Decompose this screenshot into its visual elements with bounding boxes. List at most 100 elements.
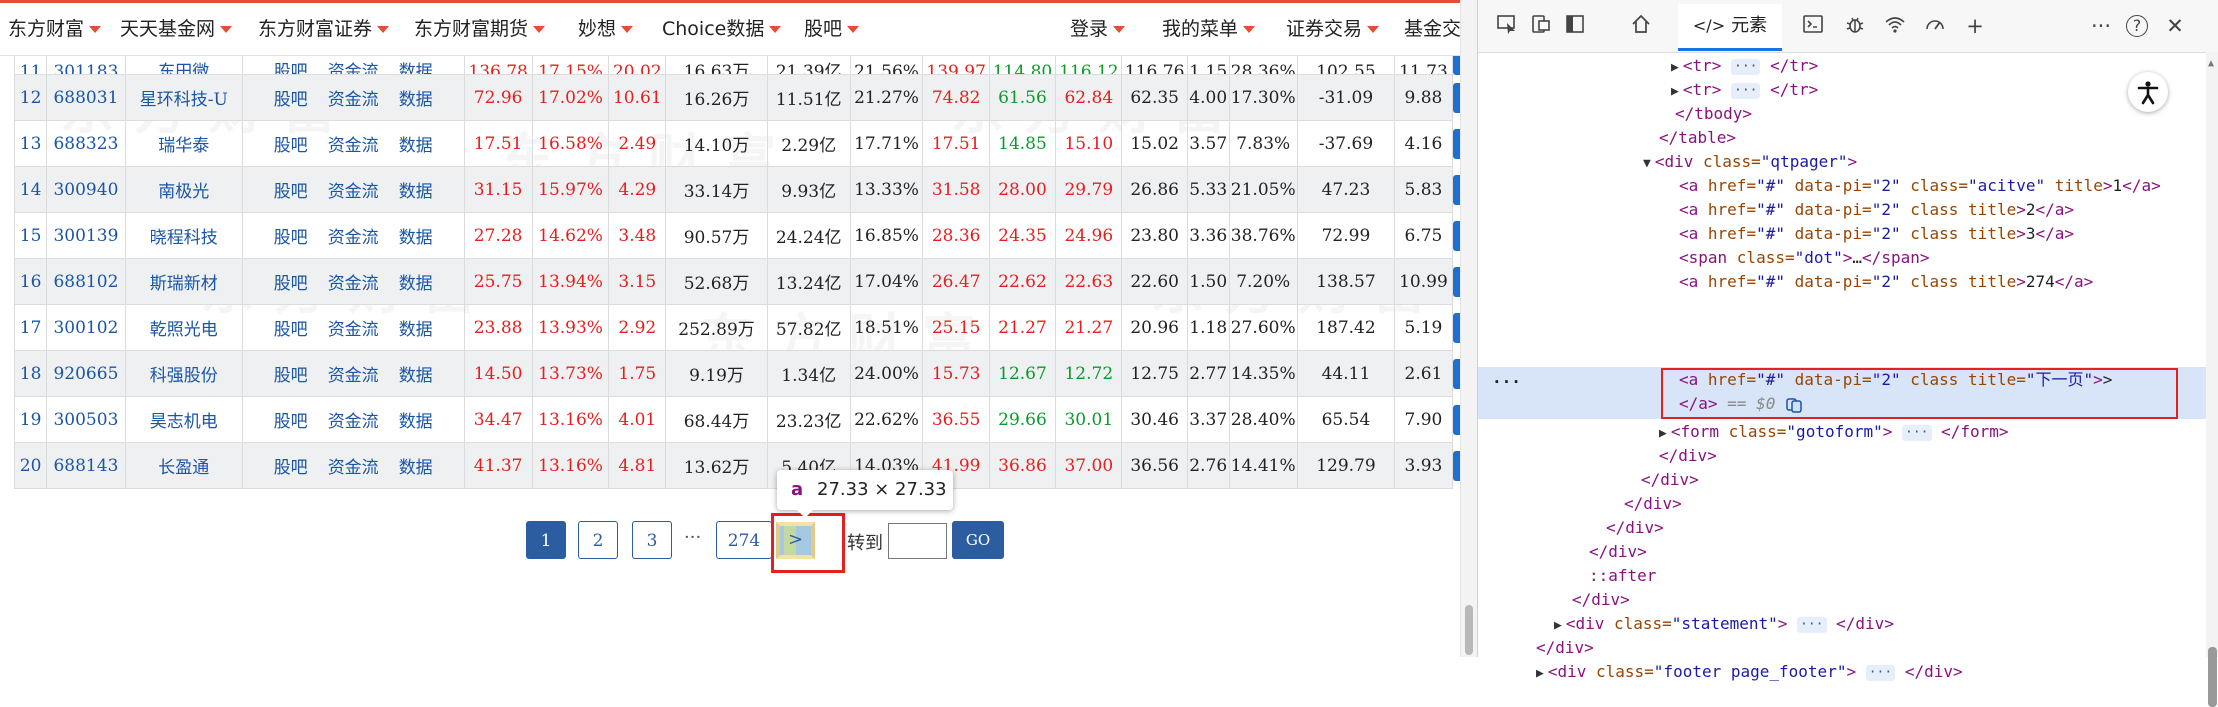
data-link[interactable]: 数据 [399, 366, 433, 386]
scrollbar-thumb[interactable] [1465, 605, 1473, 655]
close-icon[interactable]: ✕ [2162, 13, 2188, 39]
dom-node-after[interactable]: ::after [1589, 564, 1656, 588]
dom-node-div-close[interactable]: </div> [1624, 492, 1682, 516]
devtools-scrollbar[interactable]: ▲ [2206, 52, 2218, 707]
fund-flow-link[interactable]: 资金流 [328, 274, 379, 294]
dom-node-div-close[interactable]: </div> [1572, 588, 1630, 612]
collapsed-ellipsis[interactable]: ··· [1902, 424, 1932, 441]
cell-name[interactable]: 南极光 [124, 166, 243, 213]
cell-code[interactable]: 300503 [46, 396, 126, 443]
fund-flow-link[interactable]: 资金流 [328, 366, 379, 386]
page-scrollbar[interactable] [1460, 0, 1477, 657]
guba-link[interactable]: 股吧 [274, 182, 308, 202]
data-link[interactable]: 数据 [399, 136, 433, 156]
collapse-triangle-icon[interactable]: ▼ [1643, 156, 1651, 171]
guba-link[interactable]: 股吧 [274, 320, 308, 340]
dom-node-tr[interactable]: ▶ <tr> ··· </tr> [1671, 54, 1818, 78]
scrollbar-thumb[interactable] [2208, 647, 2217, 707]
data-link[interactable]: 数据 [399, 274, 433, 294]
fund-flow-link[interactable]: 资金流 [328, 458, 379, 478]
nav-item-futures[interactable]: 东方财富期货 [414, 15, 546, 43]
nav-item-login[interactable]: 登录 [1070, 15, 1126, 43]
guba-link[interactable]: 股吧 [274, 90, 308, 110]
cell-name[interactable]: 昊志机电 [124, 396, 243, 443]
nav-item-trading[interactable]: 证券交易 [1286, 15, 1380, 43]
wifi-icon[interactable] [1882, 13, 1908, 39]
row-action-button[interactable] [1452, 304, 1460, 351]
scroll-up-icon[interactable]: ▲ [2208, 58, 2214, 69]
cell-name[interactable]: 长盈通 [124, 442, 243, 489]
fund-flow-link[interactable]: 资金流 [328, 90, 379, 110]
cell-code[interactable]: 688323 [46, 120, 126, 167]
page-1-button[interactable]: 1 [526, 521, 566, 559]
row-action-button[interactable] [1452, 212, 1460, 259]
data-link[interactable]: 数据 [399, 412, 433, 432]
expand-triangle-icon[interactable]: ▶ [1671, 84, 1679, 99]
dom-node-div-close[interactable]: </div> [1641, 468, 1699, 492]
fund-flow-link[interactable]: 资金流 [328, 182, 379, 202]
cell-name[interactable]: 瑞华泰 [124, 120, 243, 167]
collapsed-ellipsis[interactable]: ··· [1865, 664, 1896, 681]
fund-flow-link[interactable]: 资金流 [328, 412, 379, 432]
dom-node-span-dot[interactable]: <span class="dot">…</span> [1679, 246, 1929, 270]
more-options-icon[interactable]: ··· [2088, 13, 2114, 39]
cell-code[interactable]: 300102 [46, 304, 126, 351]
cell-code[interactable]: 920665 [46, 350, 126, 397]
cell-name[interactable]: 星环科技-U [124, 74, 243, 121]
home-icon[interactable] [1628, 13, 1654, 39]
data-link[interactable]: 数据 [399, 458, 433, 478]
goto-page-input[interactable] [888, 523, 947, 559]
expand-triangle-icon[interactable]: ▶ [1671, 60, 1679, 75]
expand-triangle-icon[interactable]: ▶ [1536, 666, 1544, 681]
cell-code[interactable]: 300139 [46, 212, 126, 259]
guba-link[interactable]: 股吧 [274, 274, 308, 294]
nav-item-fund-trading[interactable]: 基金交 [1404, 15, 1460, 43]
dom-node-div-close[interactable]: </div> [1589, 540, 1647, 564]
row-action-button[interactable] [1452, 120, 1460, 167]
data-link[interactable]: 数据 [399, 62, 433, 74]
dom-node-div-close[interactable]: </div> [1536, 636, 1594, 660]
fund-flow-link[interactable]: 资金流 [328, 228, 379, 248]
row-action-button[interactable] [1452, 74, 1460, 121]
collapsed-ellipsis[interactable]: ··· [1731, 58, 1761, 75]
dom-node-table-close[interactable]: </table> [1659, 126, 1736, 150]
data-link[interactable]: 数据 [399, 320, 433, 340]
nav-item-guba[interactable]: 股吧 [804, 15, 860, 43]
cell-name[interactable]: 晓程科技 [124, 212, 243, 259]
page-274-button[interactable]: 274 [716, 521, 772, 559]
dom-node-a-page274[interactable]: <a href="#" data-pi="2" class title>274<… [1679, 270, 2093, 294]
dom-node-form[interactable]: ▶ <form class="gotoform"> ··· </form> [1659, 420, 2009, 444]
guba-link[interactable]: 股吧 [274, 228, 308, 248]
expand-triangle-icon[interactable]: ▶ [1659, 426, 1667, 441]
device-emulation-icon[interactable] [1528, 13, 1554, 39]
collapsed-ellipsis[interactable]: ··· [1797, 616, 1827, 633]
dom-node-div-statement[interactable]: ▶ <div class="statement"> ··· </div> [1554, 612, 1894, 636]
cell-name[interactable]: 科强股份 [124, 350, 243, 397]
go-button[interactable]: GO [952, 521, 1004, 559]
sidebar-toggle-icon[interactable] [1562, 13, 1588, 39]
nav-item-securities[interactable]: 东方财富证券 [258, 15, 390, 43]
nav-item-fund[interactable]: 天天基金网 [120, 15, 233, 43]
cell-name[interactable]: 斯瑞新材 [124, 258, 243, 305]
cell-name[interactable]: 乾照光电 [124, 304, 243, 351]
dom-node-div-footer[interactable]: ▶ <div class="footer page_footer"> ··· </… [1536, 660, 1963, 684]
dom-node-div-close[interactable]: </div> [1659, 444, 1717, 468]
cell-code[interactable]: 300940 [46, 166, 126, 213]
inspect-element-icon[interactable] [1494, 13, 1520, 39]
expand-triangle-icon[interactable]: ▶ [1554, 618, 1562, 633]
cell-code[interactable]: 688102 [46, 258, 126, 305]
fund-flow-link[interactable]: 资金流 [328, 320, 379, 340]
page-3-button[interactable]: 3 [632, 521, 672, 559]
nav-item-choice[interactable]: Choice数据 [662, 15, 782, 43]
data-link[interactable]: 数据 [399, 90, 433, 110]
guba-link[interactable]: 股吧 [274, 136, 308, 156]
fund-flow-link[interactable]: 资金流 [328, 62, 379, 74]
guba-link[interactable]: 股吧 [274, 412, 308, 432]
accessibility-icon[interactable] [2128, 72, 2168, 112]
dom-node-tr[interactable]: ▶ <tr> ··· </tr> [1671, 78, 1818, 102]
row-action-button[interactable] [1452, 442, 1460, 489]
guba-link[interactable]: 股吧 [274, 366, 308, 386]
dom-node-a-page3[interactable]: <a href="#" data-pi="2" class title>3</a… [1679, 222, 2074, 246]
dom-node-tbody-close[interactable]: </tbody> [1675, 102, 1752, 126]
bug-icon[interactable] [1842, 13, 1868, 39]
